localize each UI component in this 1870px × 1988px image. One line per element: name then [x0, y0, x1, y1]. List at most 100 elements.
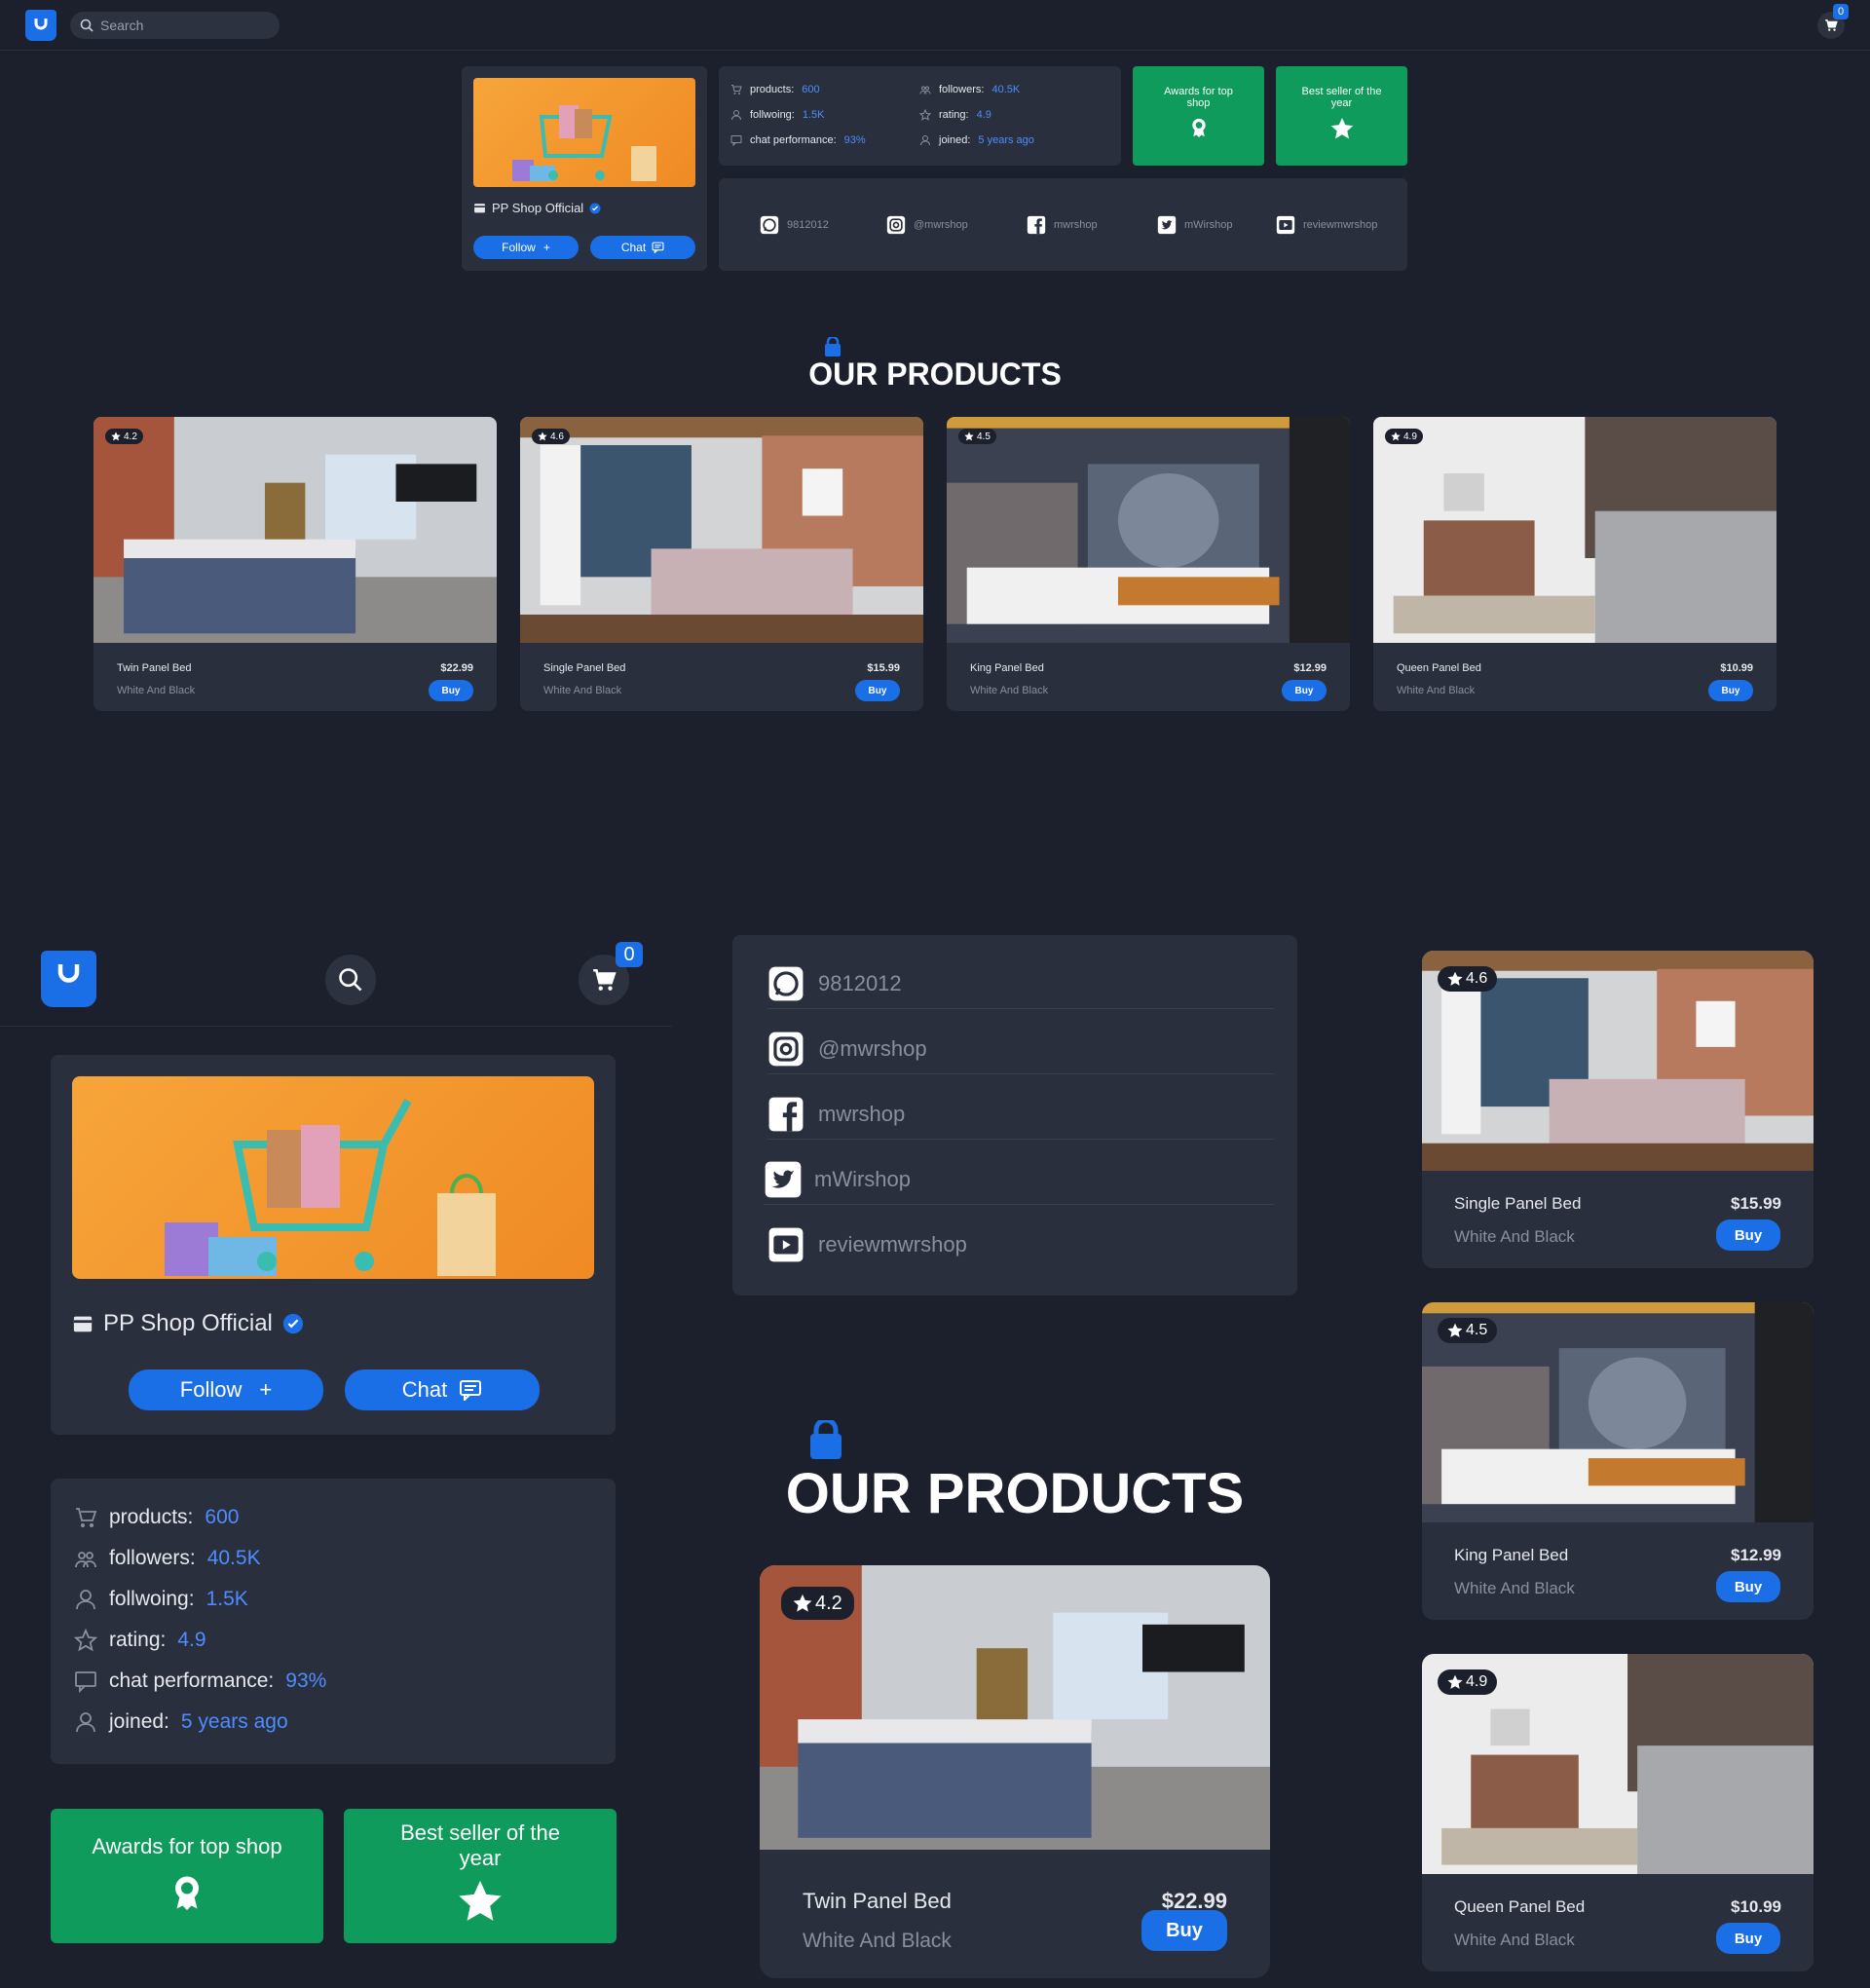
product-subtitle: White And Black	[1397, 685, 1476, 696]
shop-banner	[473, 78, 695, 187]
shop-name: PP Shop Official	[103, 1310, 273, 1336]
youtube-icon	[1276, 215, 1295, 235]
shop-stats: products: 600 followers: 40.5K follwoing: 1…	[51, 1479, 616, 1764]
rating-badge: 4.2	[105, 429, 143, 444]
star-icon	[1391, 431, 1401, 441]
search-placeholder: Search	[100, 18, 144, 33]
rating-value: 4.2	[815, 1592, 842, 1614]
product-price: $10.99	[1731, 1897, 1781, 1916]
rating-value: 4.6	[550, 431, 564, 442]
rating-badge: 4.9	[1438, 1669, 1498, 1695]
product-card[interactable]: 4.2 Twin Panel Bed White And Black $22.9…	[760, 1565, 1270, 1978]
verified-icon	[282, 1313, 304, 1334]
stat-following: follwoing: 1.5K	[730, 109, 825, 121]
star-icon	[1447, 1674, 1463, 1690]
stat-products: products: 600	[74, 1506, 239, 1529]
instagram-icon	[767, 1031, 804, 1068]
cart-icon	[1824, 19, 1838, 32]
product-subtitle: White And Black	[543, 685, 622, 696]
social-instagram[interactable]: @mwrshop	[767, 1024, 1274, 1074]
rating-badge: 4.6	[1438, 966, 1498, 992]
social-whatsapp[interactable]: 9812012	[760, 215, 829, 235]
social-youtube[interactable]: reviewmwrshop	[1276, 215, 1377, 235]
product-price: $12.99	[1731, 1546, 1781, 1564]
award-label: Best seller of the year	[400, 1820, 560, 1870]
whatsapp-icon	[767, 965, 804, 1002]
chat-button[interactable]: Chat	[345, 1369, 540, 1410]
social-youtube[interactable]: reviewmwrshop	[767, 1219, 1274, 1270]
star-icon	[793, 1594, 812, 1613]
verified-icon	[589, 203, 601, 214]
social-whatsapp[interactable]: 9812012	[767, 958, 1274, 1009]
rating-value: 4.5	[1466, 1322, 1488, 1338]
product-photo: 4.2	[760, 1565, 1270, 1850]
product-card[interactable]: 4.5 King Panel Bed White And Black $12.9…	[1422, 1302, 1814, 1620]
product-photo: 4.6	[1422, 951, 1814, 1171]
stat-rating: rating: 4.9	[74, 1629, 206, 1652]
product-price: $22.99	[440, 662, 473, 674]
buy-button[interactable]: Buy	[429, 680, 473, 701]
search-button[interactable]	[325, 955, 376, 1005]
product-card[interactable]: 4.9 Queen Panel Bed White And Black $10.…	[1422, 1654, 1814, 1971]
section-title: OUR PRODUCTS	[808, 356, 1062, 392]
product-price: $10.99	[1720, 662, 1753, 674]
shop-logo[interactable]	[25, 10, 56, 41]
social-twitter[interactable]: mWirshop	[1157, 215, 1233, 235]
star-icon	[1330, 117, 1354, 140]
social-facebook[interactable]: mwrshop	[1027, 215, 1098, 235]
buy-button[interactable]: Buy	[1716, 1571, 1780, 1602]
award-best-seller: Best seller of the year	[1276, 66, 1407, 166]
product-photo: 4.2	[94, 417, 497, 643]
stat-products: products: 600	[730, 84, 820, 95]
facebook-icon	[1027, 215, 1046, 235]
bag-icon	[824, 337, 842, 356]
product-subtitle: White And Black	[1454, 1579, 1575, 1597]
buy-button[interactable]: Buy	[1716, 1219, 1780, 1251]
section-title: OUR PRODUCTS	[785, 1462, 1245, 1525]
stat-joined: joined: 5 years ago	[919, 134, 1034, 146]
search-bar[interactable]: Search	[70, 12, 280, 39]
product-card[interactable]: 4.6 Single Panel Bed White And Black $15…	[520, 417, 923, 711]
award-top-shop: Awards for top shop	[51, 1809, 323, 1943]
user-icon	[730, 109, 742, 121]
product-subtitle: White And Black	[1454, 1227, 1575, 1246]
stat-rating: rating: 4.9	[919, 109, 991, 121]
chat-button[interactable]: Chat	[590, 236, 695, 259]
user-icon	[919, 134, 931, 146]
stat-chat-performance: chat performance: 93%	[730, 134, 866, 146]
buy-button[interactable]: Buy	[1708, 680, 1753, 701]
star-icon	[111, 431, 121, 441]
stat-followers: followers: 40.5K	[74, 1547, 261, 1570]
product-photo: 4.9	[1373, 417, 1776, 643]
product-name: Single Panel Bed	[543, 662, 626, 674]
product-card[interactable]: 4.5 King Panel Bed White And Black $12.9…	[947, 417, 1350, 711]
shop-logo[interactable]	[41, 951, 96, 1007]
buy-button[interactable]: Buy	[855, 680, 900, 701]
buy-button[interactable]: Buy	[1716, 1923, 1780, 1954]
product-card[interactable]: 4.6 Single Panel Bed White And Black $15…	[1422, 951, 1814, 1268]
product-card[interactable]: 4.9 Queen Panel Bed White And Black $10.…	[1373, 417, 1776, 711]
chat-label: Chat	[401, 1377, 448, 1402]
product-name: King Panel Bed	[970, 662, 1044, 674]
twitter-icon	[764, 1160, 803, 1199]
shop-stats: products: 600 followers: 40.5K follwoing: 1…	[719, 66, 1121, 166]
shop-title: PP Shop Official	[473, 201, 601, 215]
stat-followers: followers: 40.5K	[919, 84, 1020, 95]
buy-button[interactable]: Buy	[1282, 680, 1327, 701]
rating-value: 4.9	[1466, 1673, 1488, 1690]
social-facebook[interactable]: mwrshop	[767, 1089, 1274, 1140]
social-instagram[interactable]: @mwrshop	[886, 215, 968, 235]
rating-badge: 4.5	[1438, 1318, 1498, 1343]
user-icon	[74, 1588, 97, 1611]
product-subtitle: White And Black	[803, 1930, 952, 1952]
buy-button[interactable]: Buy	[1141, 1910, 1227, 1951]
store-icon	[72, 1313, 94, 1334]
star-icon	[538, 431, 547, 441]
social-twitter[interactable]: mWirshop	[764, 1154, 1274, 1205]
follow-button[interactable]: Follow +	[129, 1369, 323, 1410]
cart-count-badge: 0	[616, 942, 643, 967]
star-icon	[1447, 1323, 1463, 1338]
award-label: Awards for top shop	[92, 1834, 282, 1858]
product-card[interactable]: 4.2 Twin Panel Bed White And Black $22.9…	[94, 417, 497, 711]
follow-button[interactable]: Follow +	[473, 236, 579, 259]
